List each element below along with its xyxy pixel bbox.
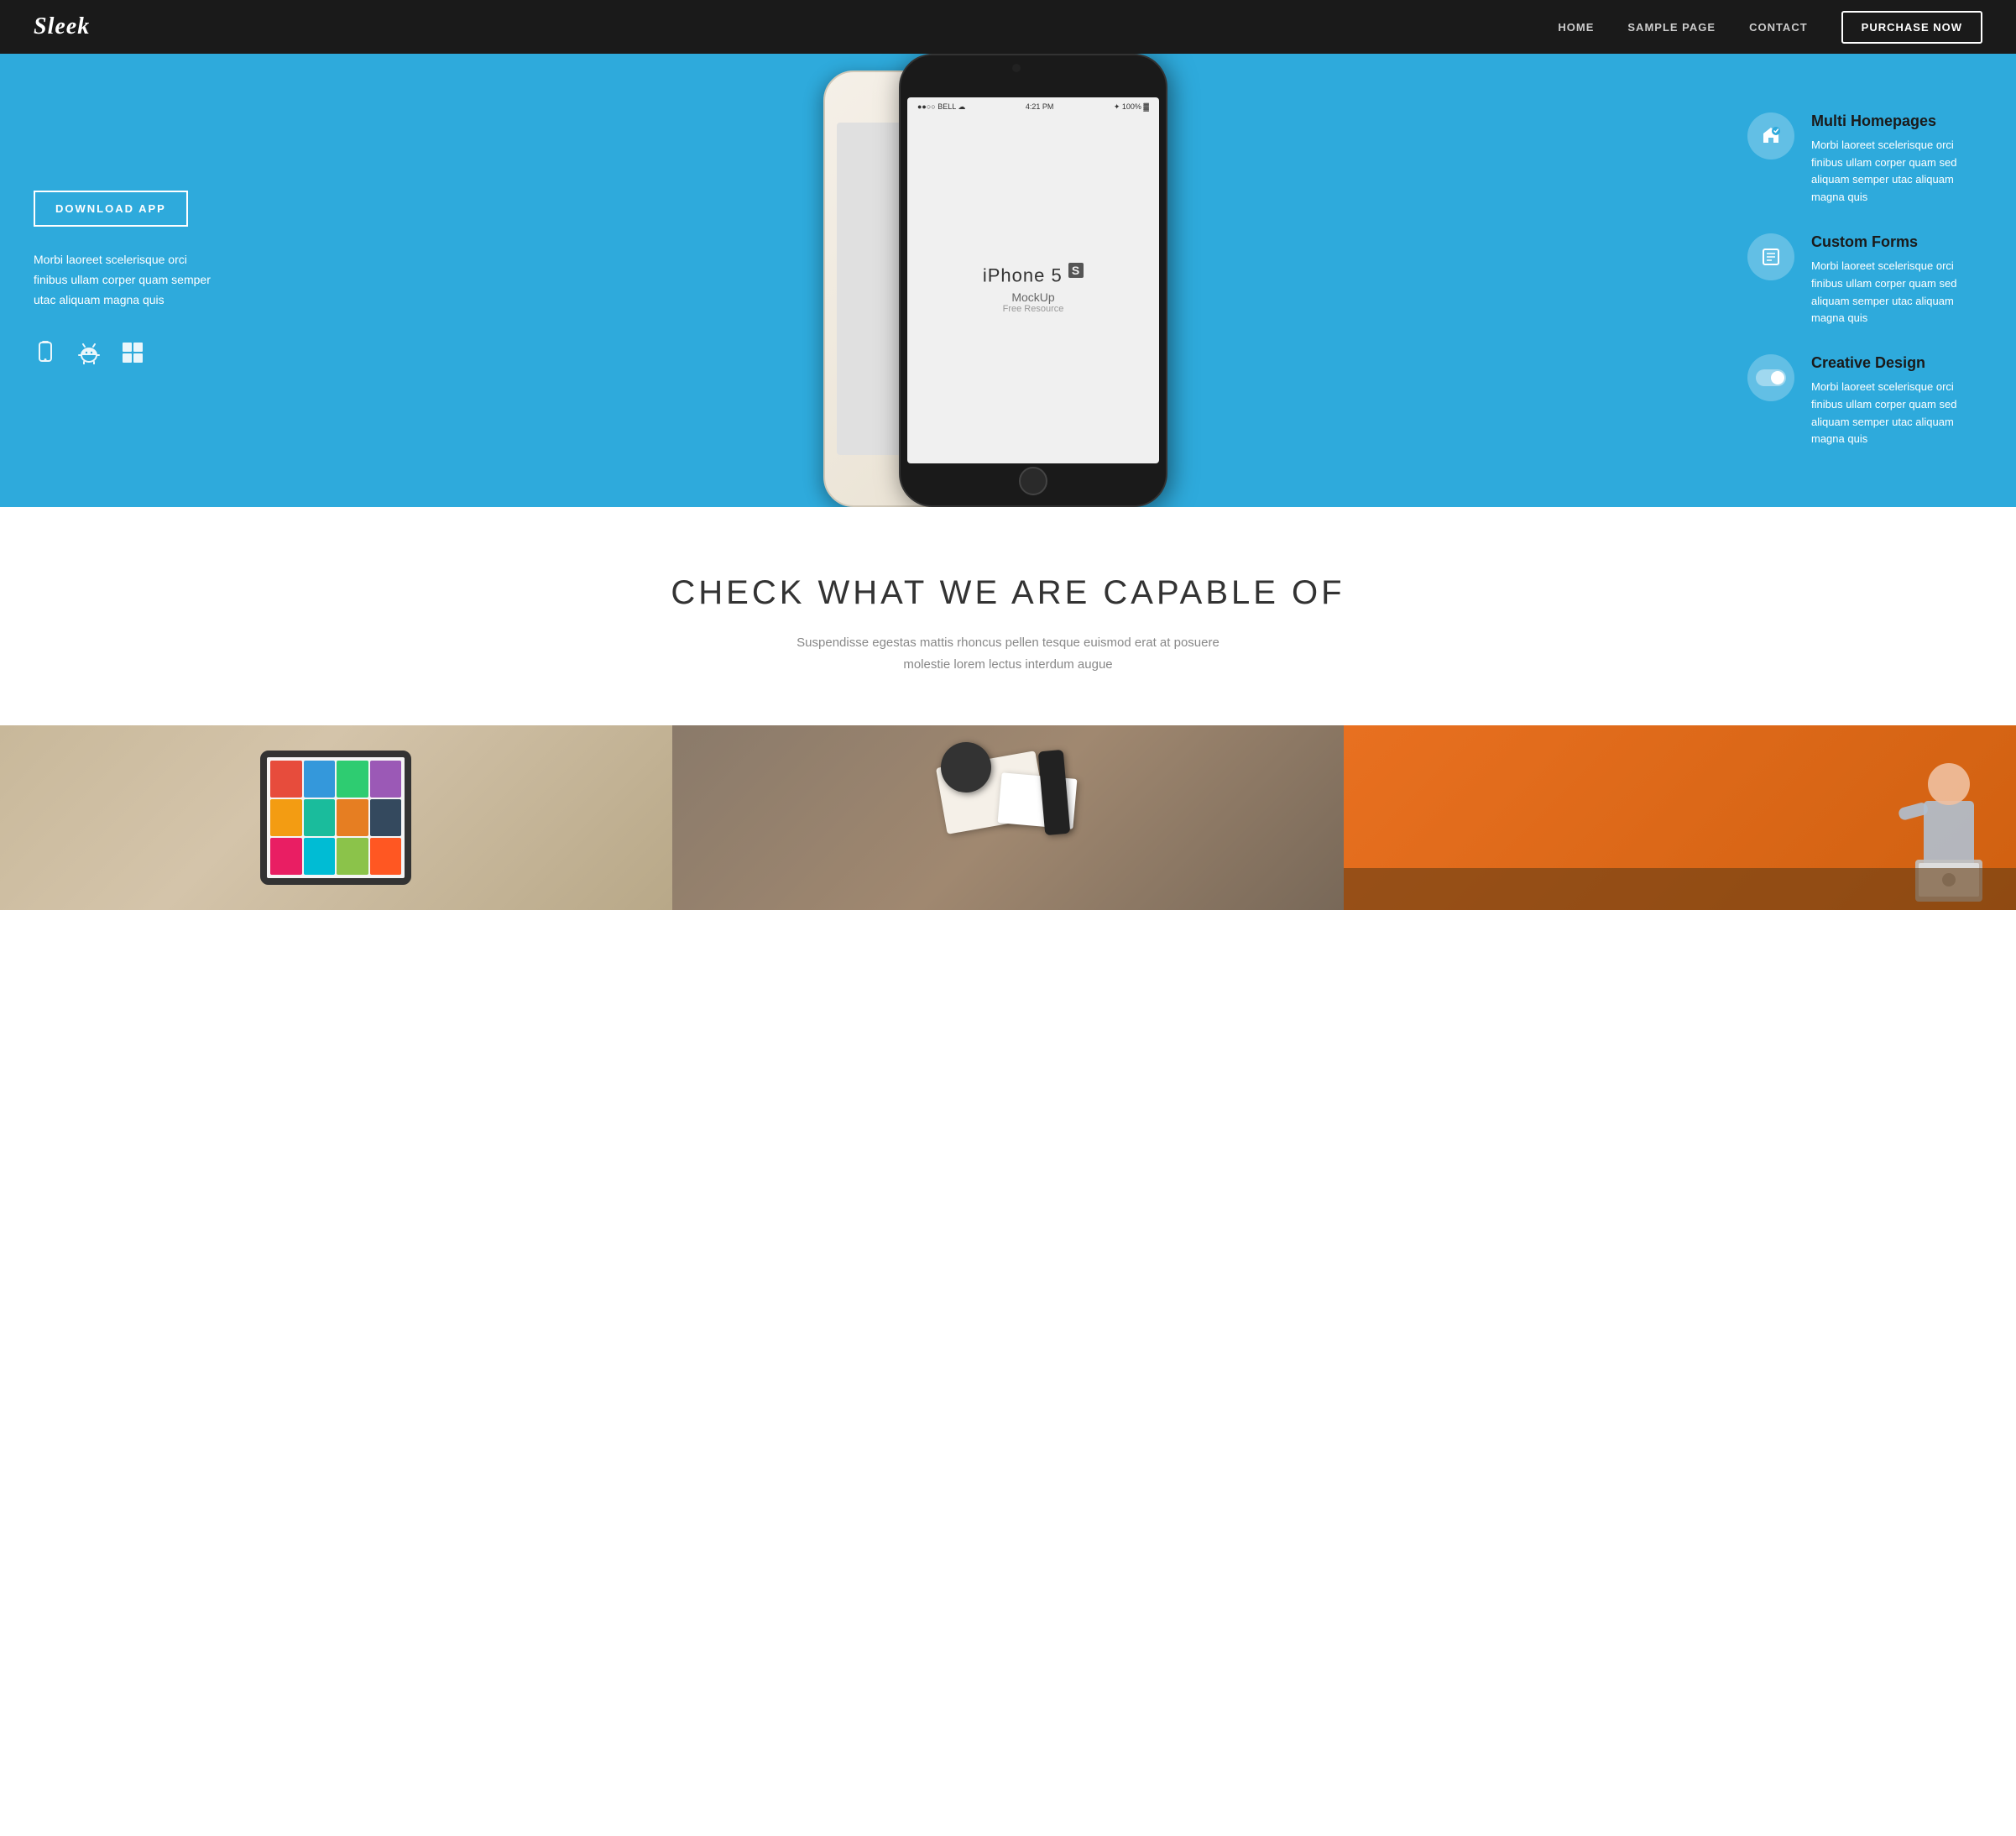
card-tablet bbox=[0, 725, 672, 910]
platform-icons bbox=[34, 341, 218, 370]
custom-forms-desc: Morbi laoreet scelerisque orci finibus u… bbox=[1811, 258, 1982, 327]
capability-cards-row bbox=[0, 725, 2016, 910]
phone-status-bar: ●●○○ BELL ☁ 4:21 PM ✦ 100% ▓ bbox=[907, 102, 1159, 112]
purchase-now-button[interactable]: PURCHASE NOW bbox=[1841, 11, 1982, 44]
hero-section: DOWNLOAD APP Morbi laoreet scelerisque o… bbox=[0, 54, 2016, 507]
desk-surface bbox=[1344, 868, 2016, 910]
custom-forms-text: Custom Forms Morbi laoreet scelerisque o… bbox=[1811, 233, 1982, 327]
phone-camera bbox=[1012, 64, 1021, 72]
multi-homepages-icon bbox=[1747, 112, 1794, 160]
hero-description: Morbi laoreet scelerisque orci finibus u… bbox=[34, 250, 218, 310]
stationery-seal bbox=[941, 742, 991, 792]
phone-time: 4:21 PM bbox=[1026, 102, 1054, 112]
phone-screen: ●●○○ BELL ☁ 4:21 PM ✦ 100% ▓ iPhone 5 S … bbox=[907, 97, 1159, 463]
hero-phone-mockup: ●●○○ BELL ☁ 4:21 PM ✦ 100% ▓ iPhone 5 S … bbox=[252, 54, 1731, 507]
multi-homepages-text: Multi Homepages Morbi laoreet scelerisqu… bbox=[1811, 112, 1982, 207]
toggle-icon bbox=[1756, 369, 1786, 386]
phone-carrier: ●●○○ BELL ☁ bbox=[917, 102, 965, 112]
tablet-mockup bbox=[260, 751, 411, 885]
multi-homepages-title: Multi Homepages bbox=[1811, 112, 1982, 130]
feature-custom-forms: Custom Forms Morbi laoreet scelerisque o… bbox=[1747, 233, 1982, 327]
card-stationery bbox=[672, 725, 1345, 910]
capabilities-heading: CHECK WHAT WE ARE CAPABLE OF bbox=[34, 574, 1982, 612]
phone-mockup-label: MockUp bbox=[983, 290, 1084, 304]
navbar: Sleek HOME SAMPLE PAGE CONTACT PURCHASE … bbox=[0, 0, 2016, 54]
phone-front-mockup: ●●○○ BELL ☁ 4:21 PM ✦ 100% ▓ iPhone 5 S … bbox=[899, 54, 1167, 507]
phone-battery: ✦ 100% ▓ bbox=[1114, 102, 1149, 112]
custom-forms-icon bbox=[1747, 233, 1794, 280]
phone-screen-content: iPhone 5 S MockUp Free Resource bbox=[983, 264, 1084, 313]
ios-icon bbox=[34, 341, 57, 370]
nav-sample-page[interactable]: SAMPLE PAGE bbox=[1627, 21, 1716, 34]
nav-contact[interactable]: CONTACT bbox=[1749, 21, 1808, 34]
capabilities-section: CHECK WHAT WE ARE CAPABLE OF Suspendisse… bbox=[0, 507, 2016, 944]
phone-free-resource: Free Resource bbox=[983, 304, 1084, 314]
hero-left-panel: DOWNLOAD APP Morbi laoreet scelerisque o… bbox=[0, 54, 252, 507]
download-app-button[interactable]: DOWNLOAD APP bbox=[34, 191, 188, 227]
creative-design-desc: Morbi laoreet scelerisque orci finibus u… bbox=[1811, 379, 1982, 448]
phone-model-name: iPhone 5 S bbox=[983, 264, 1084, 286]
capabilities-subtitle: Suspendisse egestas mattis rhoncus pelle… bbox=[781, 632, 1235, 675]
custom-forms-title: Custom Forms bbox=[1811, 233, 1982, 251]
nav-links: HOME SAMPLE PAGE CONTACT PURCHASE NOW bbox=[1558, 11, 1982, 44]
android-icon bbox=[77, 341, 101, 370]
multi-homepages-desc: Morbi laoreet scelerisque orci finibus u… bbox=[1811, 137, 1982, 207]
phone-home-button bbox=[1019, 467, 1047, 495]
feature-creative-design: Creative Design Morbi laoreet scelerisqu… bbox=[1747, 354, 1982, 448]
windows-icon bbox=[121, 341, 144, 370]
creative-design-icon bbox=[1747, 354, 1794, 401]
card-person bbox=[1344, 725, 2016, 910]
nav-home[interactable]: HOME bbox=[1558, 21, 1594, 34]
site-logo[interactable]: Sleek bbox=[34, 13, 90, 40]
creative-design-text: Creative Design Morbi laoreet scelerisqu… bbox=[1811, 354, 1982, 448]
feature-multi-homepages: Multi Homepages Morbi laoreet scelerisqu… bbox=[1747, 112, 1982, 207]
hero-features-panel: Multi Homepages Morbi laoreet scelerisqu… bbox=[1731, 54, 2016, 507]
creative-design-title: Creative Design bbox=[1811, 354, 1982, 372]
